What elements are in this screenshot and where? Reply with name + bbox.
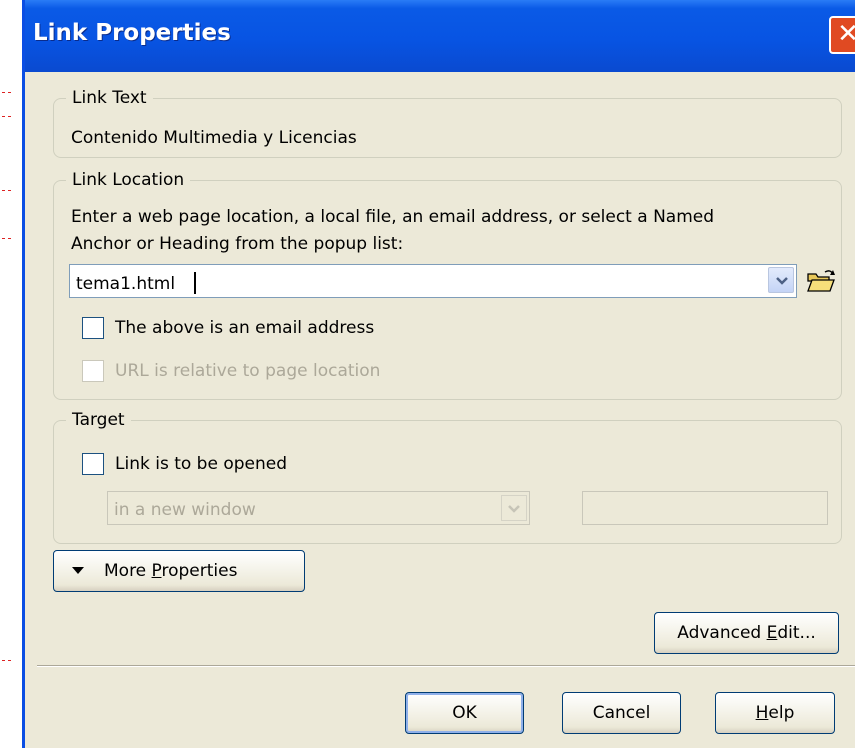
url-combobox[interactable]: tema1.html xyxy=(69,264,797,298)
target-window-value: in a new window xyxy=(114,500,256,520)
target-legend: Target xyxy=(72,410,125,430)
open-folder-icon xyxy=(807,270,835,292)
close-icon: ✕ xyxy=(837,19,855,49)
ok-label: OK xyxy=(452,703,477,723)
red-marker xyxy=(2,116,11,117)
email-address-label[interactable]: The above is an email address xyxy=(115,318,374,338)
relative-url-checkbox[interactable] xyxy=(82,360,104,382)
link-properties-dialog: Link Properties ✕ Link Text Contenido Mu… xyxy=(22,0,855,748)
target-frame-name-field[interactable] xyxy=(582,491,828,525)
help-suffix: elp xyxy=(768,703,795,723)
ok-button[interactable]: OK xyxy=(405,692,524,734)
footer-separator xyxy=(37,665,855,667)
target-window-dropdown-button[interactable] xyxy=(501,495,527,521)
cancel-button[interactable]: Cancel xyxy=(562,692,681,734)
url-dropdown-button[interactable] xyxy=(768,267,794,293)
background-document xyxy=(0,0,24,748)
advanced-edit-suffix: dit... xyxy=(777,623,816,643)
chevron-down-icon xyxy=(508,505,520,513)
relative-url-label: URL is relative to page location xyxy=(115,361,381,381)
close-button[interactable]: ✕ xyxy=(829,16,855,54)
instructions-line-2: Anchor or Heading from the popup list: xyxy=(71,234,404,254)
browse-file-button[interactable] xyxy=(805,268,837,296)
title-bar[interactable]: Link Properties xyxy=(25,0,855,72)
help-mnemonic: H xyxy=(755,703,769,723)
cancel-label: Cancel xyxy=(592,703,651,723)
open-target-checkbox[interactable] xyxy=(82,453,104,475)
open-target-label[interactable]: Link is to be opened xyxy=(115,454,287,474)
red-marker xyxy=(2,660,11,661)
help-button[interactable]: Help xyxy=(715,692,835,734)
red-marker xyxy=(2,190,11,191)
link-text-legend: Link Text xyxy=(72,88,147,108)
link-text-value: Contenido Multimedia y Licencias xyxy=(71,128,357,148)
red-marker xyxy=(2,238,11,239)
chevron-down-icon xyxy=(776,277,788,285)
target-window-select[interactable]: in a new window xyxy=(107,491,530,525)
text-caret xyxy=(194,272,196,294)
more-properties-prefix: More xyxy=(104,561,152,581)
advanced-edit-button[interactable]: Advanced Edit... xyxy=(654,612,839,654)
red-marker xyxy=(2,92,11,93)
advanced-edit-mnemonic: E xyxy=(766,623,778,643)
instructions-line-1: Enter a web page location, a local file,… xyxy=(71,207,715,227)
more-properties-button[interactable]: More Properties xyxy=(53,550,305,592)
advanced-edit-prefix: Advanced xyxy=(677,623,767,643)
more-properties-suffix: roperties xyxy=(161,561,238,581)
dialog-title: Link Properties xyxy=(33,20,231,46)
more-properties-mnemonic: P xyxy=(151,561,162,581)
url-input[interactable]: tema1.html xyxy=(76,274,175,294)
email-address-checkbox[interactable] xyxy=(82,317,104,339)
triangle-down-icon xyxy=(72,567,84,574)
link-location-legend: Link Location xyxy=(72,170,185,190)
